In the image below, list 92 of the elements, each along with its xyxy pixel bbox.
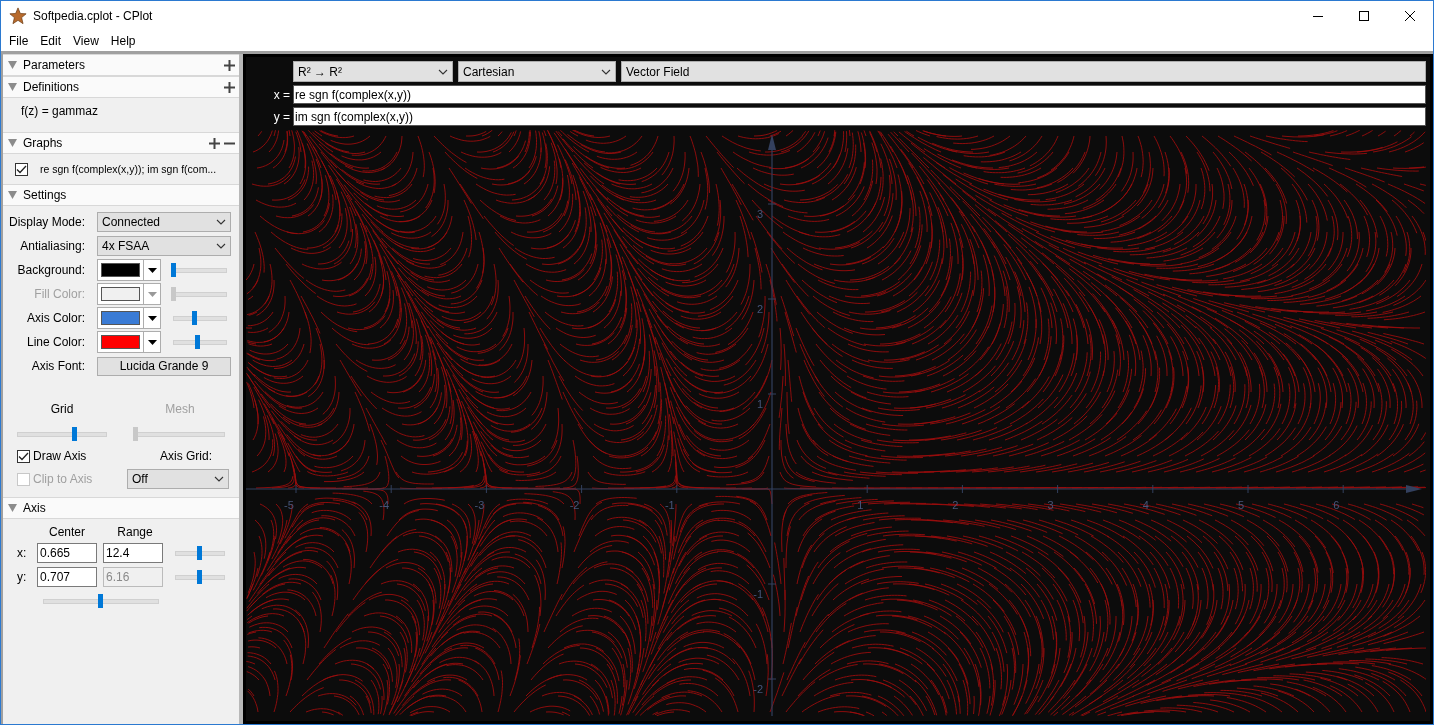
window-title: Softpedia.cplot - CPlot xyxy=(33,9,154,23)
tick-label: 1 xyxy=(857,499,864,511)
dropdown-arrow-icon xyxy=(147,339,157,345)
font-button[interactable]: Lucida Grande 9 xyxy=(97,356,231,376)
tick-label: -2 xyxy=(753,683,763,695)
chevron-down-icon xyxy=(438,68,448,75)
slider-thumb[interactable] xyxy=(195,334,201,349)
dropdown[interactable]: Connected xyxy=(97,212,231,232)
menu-item[interactable]: Help xyxy=(104,34,142,48)
slider-thumb[interactable] xyxy=(191,310,197,325)
tick-label: -1 xyxy=(753,588,763,600)
axis-label: y: xyxy=(17,570,28,584)
dropdown-arrow-icon xyxy=(147,315,157,321)
collapse-triangle-icon[interactable] xyxy=(8,61,17,69)
tick-label: 6 xyxy=(1333,499,1340,511)
section-header[interactable]: Parameters xyxy=(3,54,239,76)
dropdown[interactable]: R² → R² xyxy=(293,61,453,82)
column-header: Range xyxy=(116,525,154,539)
range-input[interactable]: 12.4 xyxy=(103,543,163,563)
field-label: Line Color: xyxy=(25,335,85,349)
section-title: Settings xyxy=(23,188,68,202)
collapse-triangle-icon[interactable] xyxy=(8,139,17,147)
plus-icon[interactable] xyxy=(224,59,235,71)
tick-label: 2 xyxy=(756,303,763,315)
slider-thumb[interactable] xyxy=(98,594,103,608)
slider-thumb[interactable] xyxy=(197,569,202,584)
close-icon xyxy=(1405,11,1415,21)
color-picker[interactable] xyxy=(97,259,161,281)
plus-icon[interactable] xyxy=(209,137,220,149)
chevron-down-icon xyxy=(216,219,226,225)
dropdown[interactable]: Vector Field xyxy=(621,61,1426,82)
section-title: Definitions xyxy=(23,80,81,94)
menu-item[interactable]: File xyxy=(3,34,35,48)
tick-label: 3 xyxy=(756,208,763,220)
field-label: Axis Font: xyxy=(30,359,85,373)
tick-label: -3 xyxy=(474,499,485,511)
checkbox[interactable] xyxy=(17,449,30,463)
equation-label: y = xyxy=(272,109,291,124)
equation-label: x = xyxy=(272,87,291,102)
color-picker[interactable] xyxy=(97,307,161,329)
equation-input[interactable]: re sgn f(complex(x,y)) xyxy=(293,85,1426,104)
collapse-triangle-icon[interactable] xyxy=(8,504,17,512)
slider-label: Grid xyxy=(50,402,74,416)
star-app-icon xyxy=(9,7,27,25)
column-header: Center xyxy=(48,525,86,539)
collapse-triangle-icon[interactable] xyxy=(8,83,17,91)
collapse-triangle-icon[interactable] xyxy=(8,191,17,199)
chevron-down-icon xyxy=(216,243,226,249)
field-label: Axis Grid: xyxy=(159,449,213,463)
color-picker[interactable] xyxy=(97,331,161,353)
dropdown-arrow-icon xyxy=(147,291,157,297)
tick-label: 3 xyxy=(1047,499,1054,511)
tick-label: -5 xyxy=(284,499,294,511)
field-label: Axis Color: xyxy=(26,311,85,325)
plus-icon[interactable] xyxy=(224,81,235,93)
slider-thumb[interactable] xyxy=(72,427,78,441)
dropdown[interactable]: 4x FSAA xyxy=(97,236,231,256)
checkbox[interactable] xyxy=(15,162,28,176)
chevron-down-icon xyxy=(214,476,224,482)
field-label: Background: xyxy=(16,263,85,277)
section-title: Graphs xyxy=(23,136,64,150)
definition-item[interactable]: f(z) = gammaz xyxy=(21,104,221,118)
slider-label: Mesh xyxy=(165,402,195,416)
field-label: Fill Color: xyxy=(33,287,85,301)
axis-label: x: xyxy=(17,546,28,560)
equation-input[interactable]: im sgn f(complex(x,y)) xyxy=(293,107,1426,126)
color-picker[interactable] xyxy=(97,283,161,305)
chevron-down-icon xyxy=(601,68,611,75)
field-label: Display Mode: xyxy=(7,215,85,229)
slider-thumb[interactable] xyxy=(171,262,176,277)
dropdown[interactable]: Cartesian xyxy=(458,61,616,82)
tick-label: -2 xyxy=(569,499,580,511)
menu-item[interactable]: Edit xyxy=(34,34,68,48)
graph-item[interactable]: re sgn f(complex(x,y)); im sgn f(com... xyxy=(40,163,217,175)
section-title: Axis xyxy=(23,501,47,515)
checkbox-label: Clip to Axis xyxy=(33,472,93,486)
center-input[interactable]: 0.665 xyxy=(37,543,97,563)
field-label: Antialiasing: xyxy=(19,239,85,253)
section-header[interactable]: Definitions xyxy=(3,76,239,98)
slider-thumb[interactable] xyxy=(197,545,202,560)
section-header[interactable]: Graphs xyxy=(3,132,239,154)
section-header[interactable]: Settings xyxy=(3,184,239,206)
section-header[interactable]: Axis xyxy=(3,497,239,519)
center-input[interactable]: 0.707 xyxy=(37,567,97,587)
maximize-icon xyxy=(1359,11,1369,21)
dropdown[interactable]: Off xyxy=(127,469,229,489)
tick-label: -1 xyxy=(664,499,675,511)
section-title: Parameters xyxy=(23,58,87,72)
tick-label: 1 xyxy=(756,398,763,410)
dropdown-arrow-icon xyxy=(147,267,157,273)
checkbox-label: Draw Axis xyxy=(33,449,87,463)
menu-item[interactable]: View xyxy=(67,34,105,48)
